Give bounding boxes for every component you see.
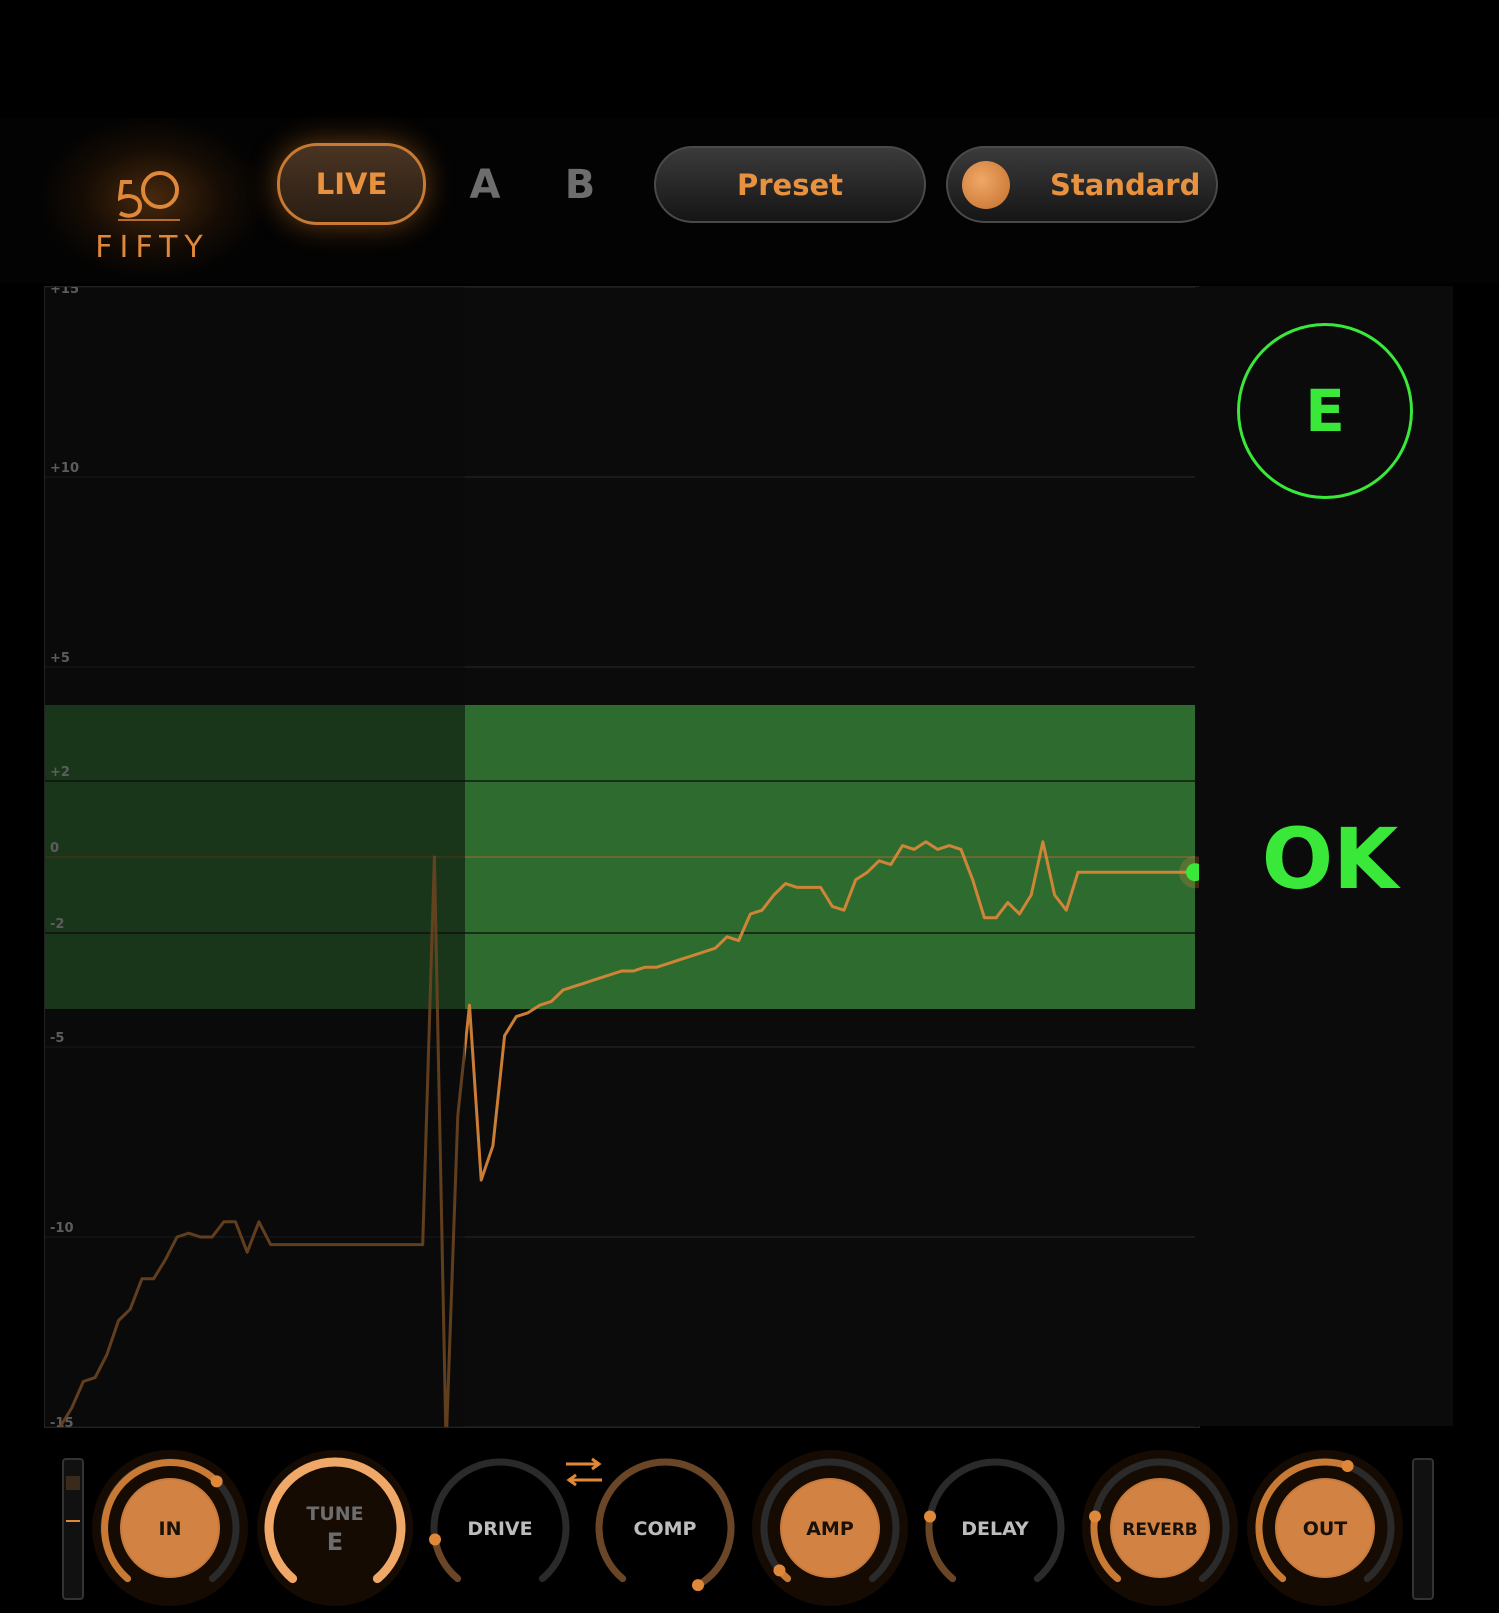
fifty-logo-mark — [118, 171, 180, 221]
knob-label: COMP — [634, 1518, 697, 1540]
knob-indicator-dot — [1089, 1510, 1102, 1523]
knob-delay[interactable]: DELAY — [924, 1458, 1065, 1583]
fifty-logo: FIFTY — [40, 118, 265, 278]
tune-status: OK — [1261, 810, 1399, 908]
tuner-chart-svg: +15+10+5+20-2-5-10-15 — [45, 282, 1211, 1448]
knob-value-arc — [925, 1513, 957, 1583]
knob-comp[interactable]: COMP — [595, 1458, 735, 1592]
knob-value-arc — [431, 1536, 462, 1583]
knob-indicator-dot — [210, 1475, 223, 1488]
mode-toggle[interactable]: Standard — [946, 146, 1218, 223]
toggle-knob[interactable] — [962, 160, 1010, 209]
knob-reverb[interactable]: REVERB — [1082, 1450, 1238, 1606]
knob-indicator-dot — [924, 1510, 937, 1523]
knob-label: DELAY — [961, 1518, 1029, 1540]
knob-out[interactable]: OUT — [1247, 1450, 1403, 1606]
live-button[interactable]: LIVE — [277, 143, 426, 225]
trace-fade — [45, 287, 465, 1427]
knob-row: IN TUNE E DRIVE COMP AMP DELAY REVERB OUT — [92, 1450, 1403, 1606]
logo-wordmark: FIFTY — [95, 230, 210, 265]
tab-b[interactable]: B — [555, 150, 605, 220]
preset-button[interactable]: Preset — [654, 146, 926, 223]
knob-bar: IN TUNE E DRIVE COMP AMP DELAY REVERB OUT — [0, 1428, 1499, 1613]
knob-indicator-dot — [429, 1533, 442, 1546]
knob-indicator-dot — [1341, 1459, 1354, 1472]
knob-in[interactable]: IN — [92, 1450, 248, 1606]
tab-a[interactable]: A — [460, 150, 510, 220]
knob-label: IN — [159, 1518, 182, 1540]
knob-label: TUNE — [306, 1503, 363, 1525]
note-indicator: E — [1237, 323, 1413, 499]
knob-tune[interactable]: TUNE E — [257, 1450, 413, 1606]
knob-label: OUT — [1303, 1518, 1348, 1540]
knob-amp[interactable]: AMP — [752, 1450, 908, 1606]
knob-label: REVERB — [1122, 1520, 1198, 1540]
knob-drive[interactable]: DRIVE — [429, 1458, 570, 1583]
knob-label: DRIVE — [467, 1518, 532, 1540]
mode-label: Standard — [1050, 167, 1201, 202]
knob-sub-label: E — [327, 1528, 343, 1556]
tuner-chart: +15+10+5+20-2-5-10-15 — [44, 282, 1211, 1448]
knob-label: AMP — [806, 1518, 854, 1540]
knob-indicator-dot — [692, 1579, 704, 1592]
knob-indicator-dot — [773, 1564, 786, 1577]
